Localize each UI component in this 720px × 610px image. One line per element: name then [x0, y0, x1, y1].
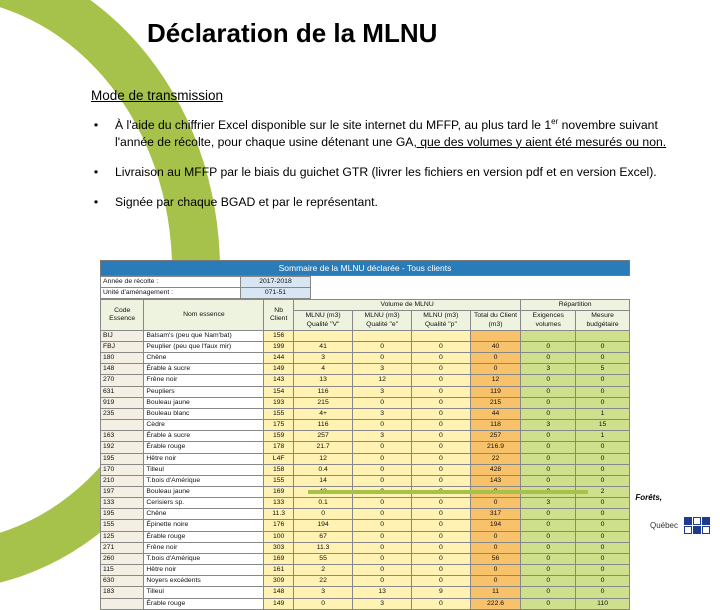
fleur-de-lis-icon: [684, 517, 710, 534]
table-row: 133Cerisiers sp.1330.100030: [101, 498, 630, 509]
table-row: Cèdre17511600118315: [101, 420, 630, 431]
table-row: Érable rouge149030222.60110: [101, 598, 630, 609]
table-row: BIJBalsam's (peu que Nam'bat)156: [101, 330, 630, 341]
table-row: 180Chêne144300000: [101, 353, 630, 364]
list-item: •À l'aide du chiffrier Excel disponible …: [91, 117, 691, 150]
table-row: 210T.bois d'Amérique155140014300: [101, 475, 630, 486]
decorative-bar: [308, 490, 588, 494]
table-row: 148Érable à sucre149430035: [101, 364, 630, 375]
table-row: FBJPeuplier (peu que l'faux mir)19941004…: [101, 341, 630, 352]
bullet-list: •À l'aide du chiffrier Excel disponible …: [91, 117, 691, 211]
table-row: 195Hêtre noirL4F12002200: [101, 453, 630, 464]
content: Mode de transmission •À l'aide du chiffr…: [91, 88, 691, 225]
table-row: 270Frêne noir143131201200: [101, 375, 630, 386]
bullet-text: À l'aide du chiffrier Excel disponible s…: [115, 117, 691, 150]
data-table: Code Essence Nom essence Nb Client Volum…: [100, 299, 630, 609]
table-row: 271Frêne noir30311.300000: [101, 542, 630, 553]
table-row: 183Tilleul14831391100: [101, 587, 630, 598]
list-item: •Signée par chaque BGAD et par le représ…: [91, 194, 691, 210]
table-row: 919Bouleau jaune1932150021500: [101, 397, 630, 408]
table-row: 163Érable à sucre1592573025701: [101, 431, 630, 442]
table-row: 260T.bois d'Amérique16955005600: [101, 553, 630, 564]
table-row: 631Peupliers1541163011900: [101, 386, 630, 397]
bullet-text: Signée par chaque BGAD et par le représe…: [115, 194, 378, 210]
table-row: 155Épinette noire1761940019400: [101, 520, 630, 531]
section-heading: Mode de transmission: [91, 88, 691, 103]
list-item: •Livraison au MFFP par le biais du guich…: [91, 164, 691, 180]
table-row: 192Érable rouge17821.700216.900: [101, 442, 630, 453]
table-row: 195Chêne11.300031700: [101, 509, 630, 520]
bullet-text: Livraison au MFFP par le biais du guiche…: [115, 164, 657, 180]
table-row: 170Tilleul1580.40042800: [101, 464, 630, 475]
table-row: 235Bouleau blanc1554+304401: [101, 408, 630, 419]
table-row: 125Érable rouge1006700000: [101, 531, 630, 542]
page-title: Déclaration de la MLNU: [147, 18, 437, 49]
table-row: 115Hêtre noir161200000: [101, 565, 630, 576]
summary-table: Sommaire de la MLNU déclarée - Tous clie…: [100, 260, 630, 610]
quebec-label: Québec: [650, 521, 678, 530]
meta-table: Année de récolte :2017-2018 Unité d'amén…: [100, 276, 630, 299]
footer-forets: Forêts,: [635, 493, 662, 502]
table-row: 630Noyers excédents3092200000: [101, 576, 630, 587]
footer-quebec-logo: Québec: [650, 517, 710, 534]
table-title: Sommaire de la MLNU déclarée - Tous clie…: [100, 260, 630, 276]
